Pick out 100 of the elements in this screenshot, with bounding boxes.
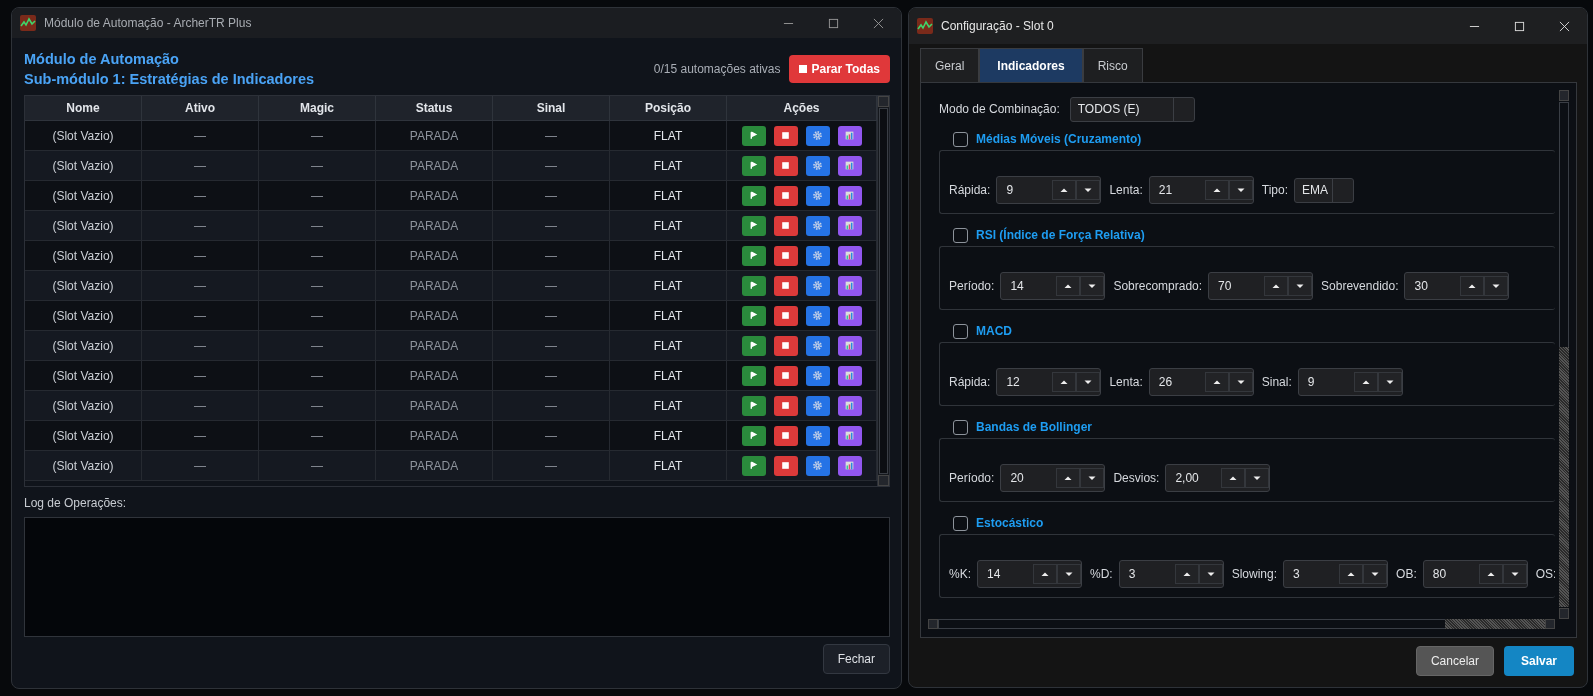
start-button[interactable]	[741, 275, 766, 296]
settings-button[interactable]	[805, 245, 830, 266]
increment-button[interactable]	[1056, 468, 1081, 488]
stop-button[interactable]	[773, 155, 798, 176]
horizontal-scrollbar[interactable]	[928, 619, 1555, 629]
decrement-button[interactable]	[1228, 180, 1253, 200]
settings-button[interactable]	[805, 305, 830, 326]
increment-button[interactable]	[1353, 372, 1378, 392]
checkbox[interactable]	[953, 419, 968, 435]
chart-button[interactable]	[837, 395, 862, 416]
chart-button[interactable]	[837, 245, 862, 266]
combination-dropdown[interactable]: TODOS (E)	[1069, 96, 1195, 122]
start-button[interactable]	[741, 155, 766, 176]
decrement-button[interactable]	[1502, 564, 1527, 584]
settings-button[interactable]	[805, 155, 830, 176]
stop-button[interactable]	[773, 395, 798, 416]
spin-field[interactable]: 12	[996, 368, 1102, 396]
spin-field[interactable]: 70	[1208, 272, 1314, 300]
chart-button[interactable]	[837, 365, 862, 386]
increment-button[interactable]	[1478, 564, 1503, 584]
start-button[interactable]	[741, 305, 766, 326]
vertical-scrollbar[interactable]	[1559, 90, 1569, 619]
stop-button[interactable]	[773, 455, 798, 476]
decrement-button[interactable]	[1377, 372, 1402, 392]
settings-button[interactable]	[805, 125, 830, 146]
chart-button[interactable]	[837, 455, 862, 476]
save-button[interactable]: Salvar	[1503, 646, 1574, 676]
tab[interactable]: Indicadores	[979, 48, 1083, 82]
decrement-button[interactable]	[1080, 468, 1105, 488]
decrement-button[interactable]	[1198, 564, 1223, 584]
increment-button[interactable]	[1204, 180, 1229, 200]
spin-field[interactable]: 14	[977, 560, 1082, 588]
chart-button[interactable]	[837, 275, 862, 296]
decrement-button[interactable]	[1076, 180, 1101, 200]
spin-field[interactable]: 3	[1283, 560, 1389, 588]
increment-button[interactable]	[1056, 276, 1081, 296]
stop-button[interactable]	[773, 185, 798, 206]
increment-button[interactable]	[1204, 372, 1229, 392]
stop-button[interactable]	[773, 365, 798, 386]
stop-button[interactable]	[773, 245, 798, 266]
settings-button[interactable]	[805, 425, 830, 446]
decrement-button[interactable]	[1245, 468, 1270, 488]
stop-button[interactable]	[773, 335, 798, 356]
start-button[interactable]	[741, 425, 766, 446]
spin-field[interactable]: 9	[996, 176, 1102, 204]
chart-button[interactable]	[837, 425, 862, 446]
chart-button[interactable]	[837, 305, 862, 326]
spin-field[interactable]: 20	[1000, 464, 1106, 492]
start-button[interactable]	[741, 185, 766, 206]
type-dropdown[interactable]: EMA	[1294, 177, 1354, 203]
increment-button[interactable]	[1221, 468, 1246, 488]
increment-button[interactable]	[1174, 564, 1199, 584]
stop-all-button[interactable]: Parar Todas	[788, 55, 890, 83]
decrement-button[interactable]	[1288, 276, 1313, 296]
checkbox[interactable]	[953, 323, 968, 339]
start-button[interactable]	[741, 365, 766, 386]
start-button[interactable]	[741, 215, 766, 236]
cancel-button[interactable]: Cancelar	[1415, 646, 1494, 676]
stop-button[interactable]	[773, 425, 798, 446]
stop-button[interactable]	[773, 275, 798, 296]
decrement-button[interactable]	[1228, 372, 1253, 392]
decrement-button[interactable]	[1080, 276, 1105, 296]
decrement-button[interactable]	[1076, 372, 1101, 392]
spin-field[interactable]: 9	[1297, 368, 1403, 396]
chart-button[interactable]	[837, 185, 862, 206]
settings-button[interactable]	[805, 185, 830, 206]
spin-field[interactable]: 26	[1148, 368, 1254, 396]
increment-button[interactable]	[1052, 180, 1077, 200]
decrement-button[interactable]	[1484, 276, 1509, 296]
checkbox[interactable]	[953, 227, 968, 243]
start-button[interactable]	[741, 125, 766, 146]
settings-button[interactable]	[805, 365, 830, 386]
chart-button[interactable]	[837, 335, 862, 356]
decrement-button[interactable]	[1363, 564, 1388, 584]
settings-button[interactable]	[805, 455, 830, 476]
checkbox[interactable]	[953, 131, 968, 147]
vertical-scrollbar[interactable]	[877, 96, 889, 486]
increment-button[interactable]	[1264, 276, 1289, 296]
start-button[interactable]	[741, 395, 766, 416]
increment-button[interactable]	[1460, 276, 1485, 296]
stop-button[interactable]	[773, 125, 798, 146]
settings-button[interactable]	[805, 215, 830, 236]
spin-field[interactable]: 30	[1404, 272, 1510, 300]
close-button[interactable]: Fechar	[822, 644, 890, 674]
increment-button[interactable]	[1052, 372, 1077, 392]
increment-button[interactable]	[1339, 564, 1364, 584]
checkbox[interactable]	[953, 515, 968, 531]
start-button[interactable]	[741, 335, 766, 356]
spin-field[interactable]: 80	[1422, 560, 1528, 588]
settings-button[interactable]	[805, 275, 830, 296]
chart-button[interactable]	[837, 155, 862, 176]
spin-field[interactable]: 3	[1118, 560, 1224, 588]
tab[interactable]: Risco	[1082, 48, 1143, 82]
start-button[interactable]	[741, 455, 766, 476]
increment-button[interactable]	[1033, 564, 1057, 584]
chart-button[interactable]	[837, 215, 862, 236]
spin-field[interactable]: 2,00	[1165, 464, 1271, 492]
stop-button[interactable]	[773, 305, 798, 326]
stop-button[interactable]	[773, 215, 798, 236]
settings-button[interactable]	[805, 335, 830, 356]
